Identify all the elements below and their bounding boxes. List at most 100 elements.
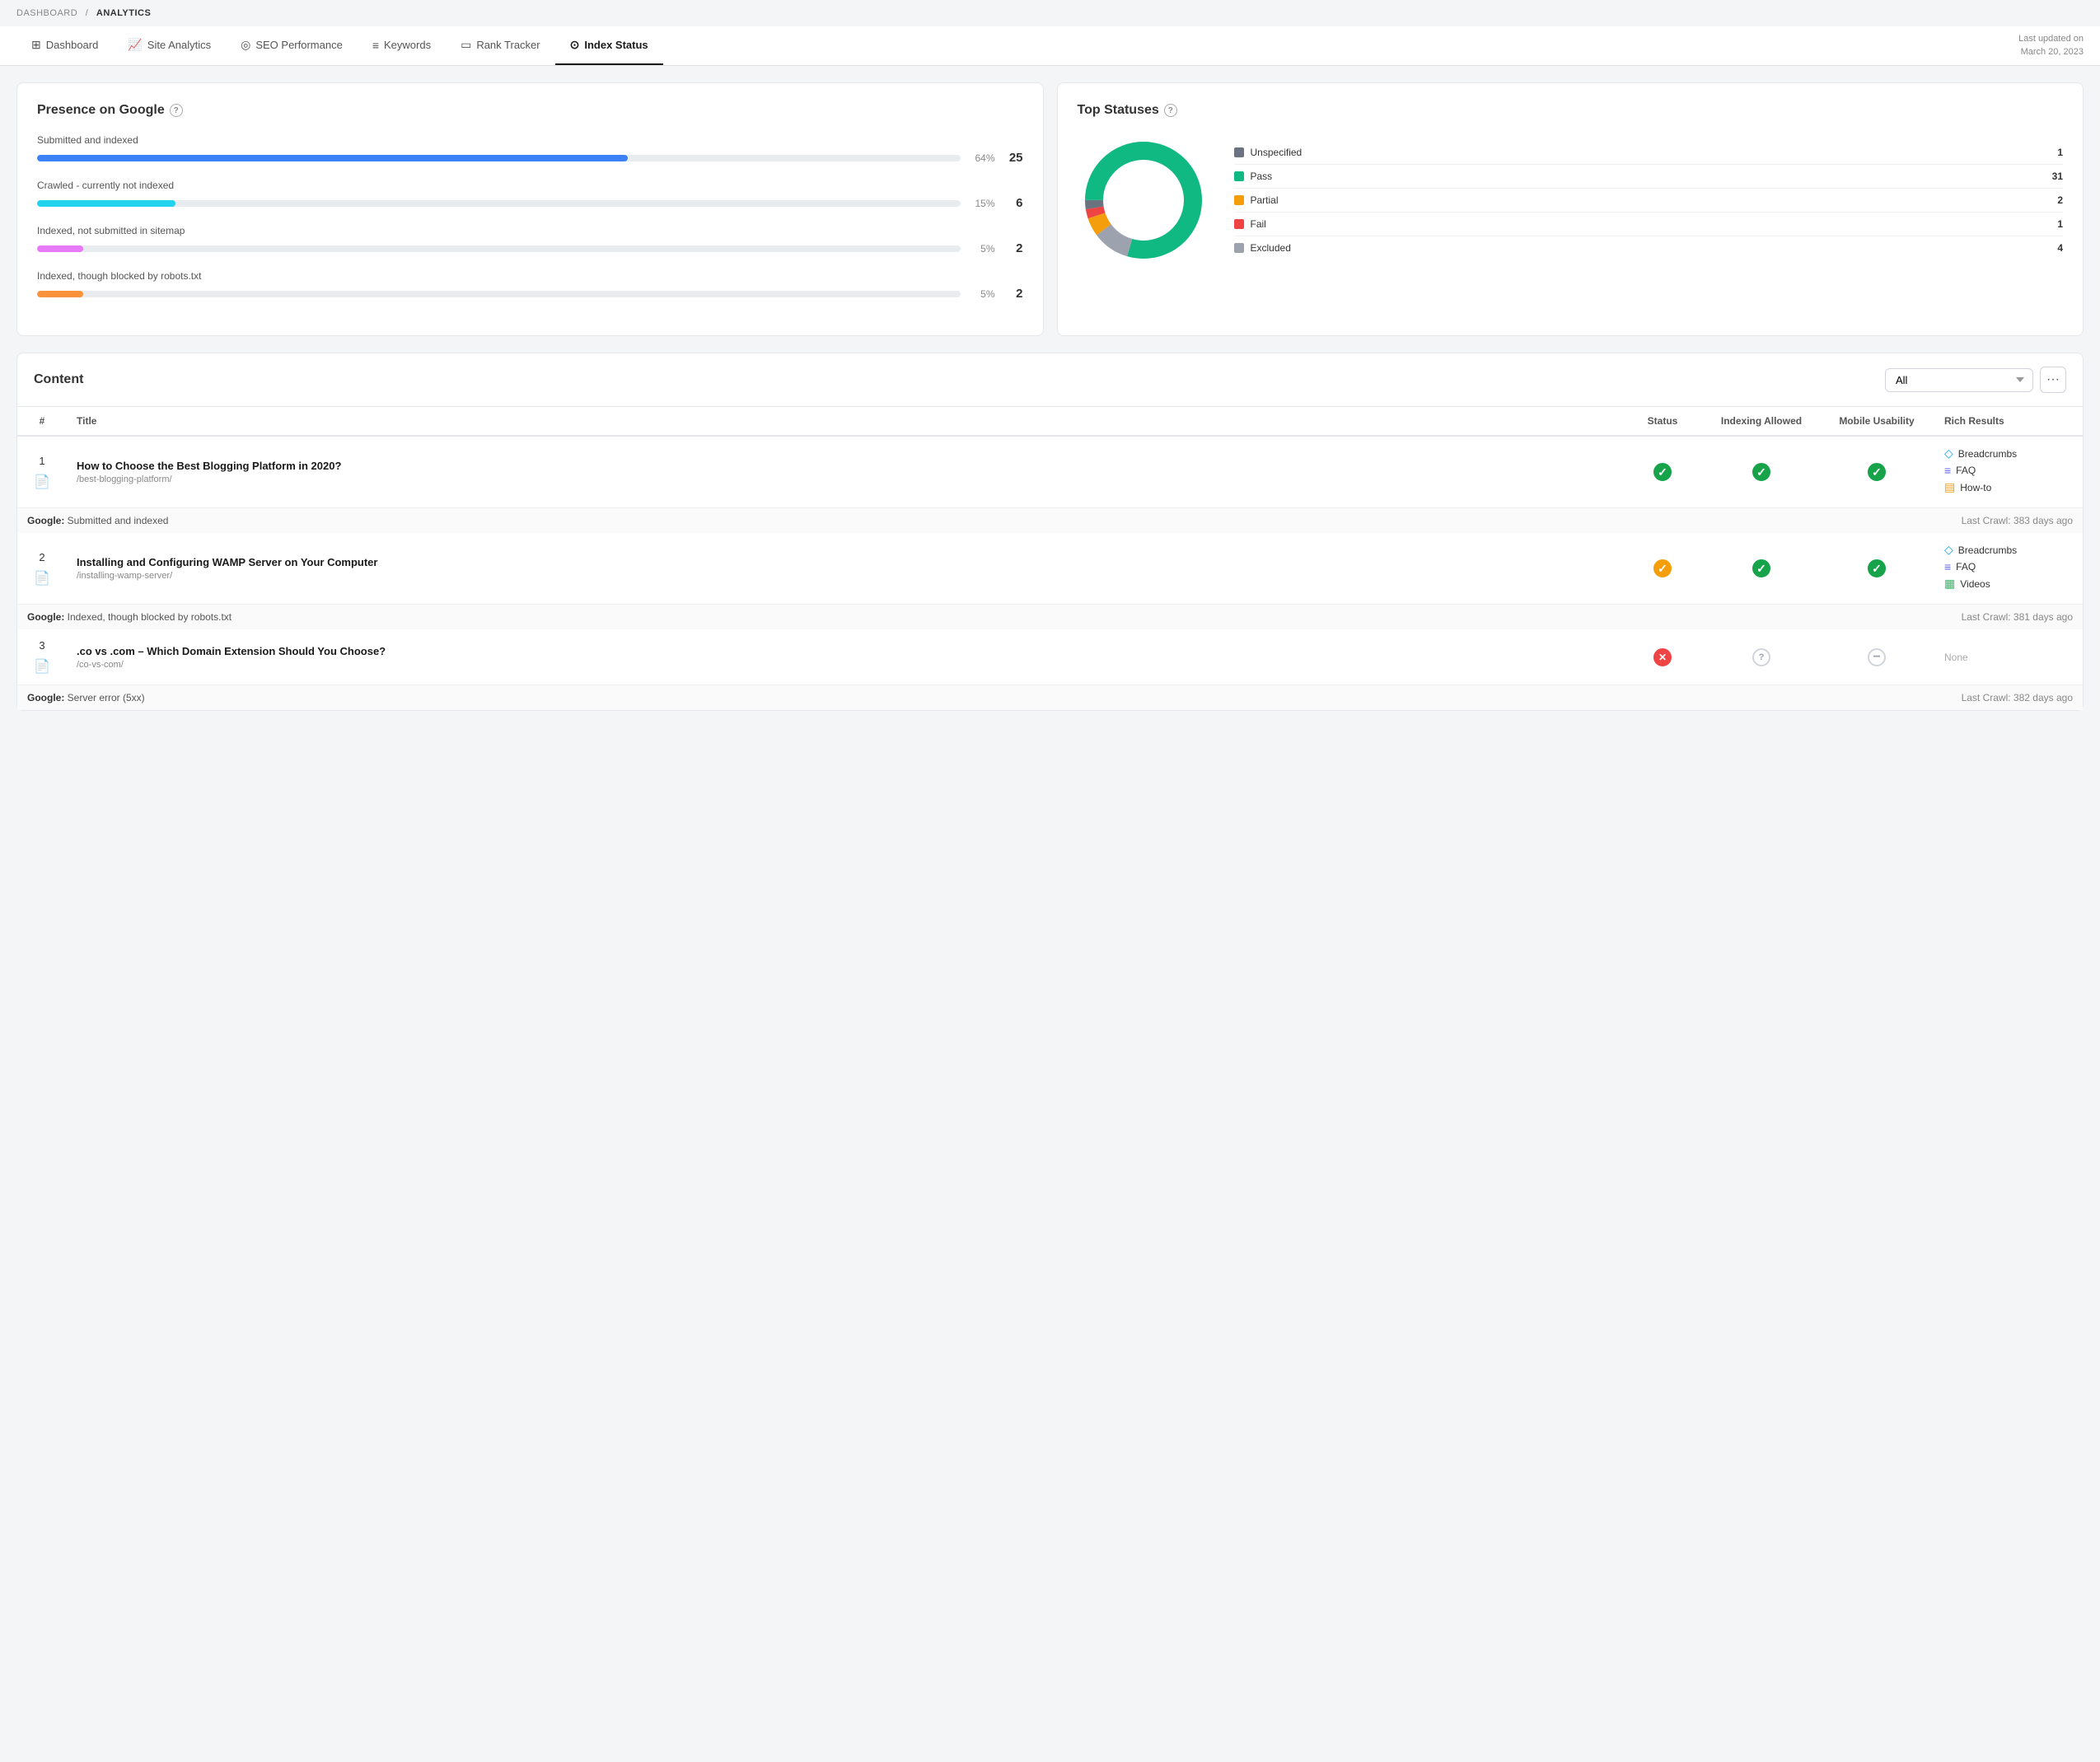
legend-dot-partial [1234, 195, 1244, 205]
row-indexing-cell: ✓ [1704, 436, 1819, 508]
presence-help-icon[interactable]: ? [170, 104, 183, 117]
index-status-icon: ⊙ [570, 38, 580, 52]
legend-row-fail: Fail 1 [1234, 213, 2064, 236]
presence-bar-fill-1 [37, 200, 175, 207]
table-row: 3 📄 .co vs .com – Which Domain Extension… [17, 629, 2083, 685]
statuses-inner: Unspecified 1 Pass 31 [1078, 134, 2064, 266]
donut-svg [1078, 134, 1209, 266]
footer-google-text: Google: Server error (5xx) [27, 692, 145, 703]
presence-label-3: Indexed, though blocked by robots.txt [37, 270, 1023, 282]
legend-dot-pass [1234, 171, 1244, 181]
tab-keywords-label: Keywords [384, 39, 431, 51]
statuses-card: Top Statuses ? [1057, 82, 2084, 336]
footer-google-cell: Google: Indexed, though blocked by robot… [17, 605, 1621, 630]
legend-count-unspecified: 1 [2057, 147, 2063, 158]
presence-pct-2: 5% [969, 243, 995, 255]
legend-dot-excluded [1234, 243, 1244, 253]
tab-bar: ⊞ Dashboard 📈 Site Analytics ◎ SEO Perfo… [0, 26, 2100, 66]
presence-card: Presence on Google ? Submitted and index… [16, 82, 1044, 336]
last-updated-label: Last updated on [2018, 34, 2084, 44]
content-controls: All Submitted and indexed Not indexed Cr… [1885, 367, 2066, 393]
site-analytics-icon: 📈 [128, 38, 142, 52]
row-num-cell: 2 📄 [17, 533, 67, 605]
rich-label-faq: FAQ [1956, 465, 1976, 476]
tab-rank-tracker[interactable]: ▭ Rank Tracker [446, 26, 555, 65]
row-title[interactable]: How to Choose the Best Blogging Platform… [77, 460, 1611, 472]
legend-dot-unspecified [1234, 147, 1244, 157]
statuses-help-icon[interactable]: ? [1164, 104, 1177, 117]
tab-rank-tracker-label: Rank Tracker [476, 39, 540, 51]
indexing-pass-icon: ✓ [1752, 463, 1770, 481]
presence-bar-fill-3 [37, 291, 83, 297]
row-title[interactable]: .co vs .com – Which Domain Extension Sho… [77, 645, 1611, 657]
legend-count-excluded: 4 [2057, 242, 2063, 254]
legend-label-excluded: Excluded [1251, 242, 1291, 254]
row-num: 3 [39, 639, 44, 652]
footer-crawl-text: Last Crawl: 383 days ago [1962, 515, 2073, 526]
row-num: 1 [39, 455, 44, 467]
tabs: ⊞ Dashboard 📈 Site Analytics ◎ SEO Perfo… [16, 26, 663, 65]
presence-count-2: 2 [1003, 241, 1023, 255]
tab-dashboard-label: Dashboard [46, 39, 99, 51]
legend-row-pass: Pass 31 [1234, 165, 2064, 189]
row-url[interactable]: /installing-wamp-server/ [77, 571, 1611, 581]
presence-row-3: 5% 2 [37, 287, 1023, 301]
footer-google-cell: Google: Server error (5xx) [17, 685, 1621, 711]
row-status-cell: ✓ [1621, 533, 1704, 605]
breadcrumb: DASHBOARD / ANALYTICS [0, 0, 2100, 26]
tab-seo-performance[interactable]: ◎ SEO Performance [226, 26, 358, 65]
row-url[interactable]: /co-vs-com/ [77, 660, 1611, 670]
content-section: Content All Submitted and indexed Not in… [16, 353, 2084, 711]
footer-google-cell: Google: Submitted and indexed [17, 508, 1621, 534]
legend-label-partial: Partial [1251, 194, 1279, 206]
legend-count-pass: 31 [2052, 171, 2063, 182]
table-row: 1 📄 How to Choose the Best Blogging Plat… [17, 436, 2083, 508]
content-filter-select[interactable]: All Submitted and indexed Not indexed Cr… [1885, 368, 2033, 392]
more-options-button[interactable]: ··· [2040, 367, 2066, 393]
rich-label-howto: How-to [1960, 482, 1991, 493]
dashboard-icon: ⊞ [31, 38, 41, 52]
col-header-rich: Rich Results [1934, 407, 2083, 436]
presence-item-3: Indexed, though blocked by robots.txt 5%… [37, 270, 1023, 301]
footer-google-text: Google: Submitted and indexed [27, 515, 168, 526]
tab-keywords[interactable]: ≡ Keywords [358, 26, 446, 65]
presence-item-0: Submitted and indexed 64% 25 [37, 134, 1023, 165]
tab-dashboard[interactable]: ⊞ Dashboard [16, 26, 113, 65]
presence-row-1: 15% 6 [37, 196, 1023, 210]
footer-google-text: Google: Indexed, though blocked by robot… [27, 611, 232, 623]
tab-index-status[interactable]: ⊙ Index Status [555, 26, 663, 65]
row-rich-cell: ◇ Breadcrumbs ≡ FAQ ▤ How-to [1934, 436, 2083, 508]
breadcrumb-sep: / [86, 8, 89, 18]
mobile-minus-icon: − [1868, 648, 1886, 666]
breadcrumb-root[interactable]: DASHBOARD [16, 8, 77, 18]
row-num-cell: 1 📄 [17, 436, 67, 508]
mobile-pass-icon: ✓ [1868, 559, 1886, 577]
top-cards: Presence on Google ? Submitted and index… [16, 82, 2084, 336]
footer-crawl-cell: Last Crawl: 382 days ago [1621, 685, 2083, 711]
tab-seo-performance-label: SEO Performance [255, 39, 343, 51]
row-mobile-cell: − [1819, 629, 1934, 685]
legend-count-fail: 1 [2057, 218, 2063, 230]
rich-item-faq: ≡ FAQ [1944, 464, 2073, 477]
rich-item-breadcrumbs: ◇ Breadcrumbs [1944, 446, 2073, 460]
presence-item-1: Crawled - currently not indexed 15% 6 [37, 180, 1023, 210]
rich-item-howto: ▤ How-to [1944, 480, 2073, 494]
row-url[interactable]: /best-blogging-platform/ [77, 474, 1611, 484]
footer-crawl-cell: Last Crawl: 381 days ago [1621, 605, 2083, 630]
row-mobile-cell: ✓ [1819, 533, 1934, 605]
breadcrumbs-icon: ◇ [1944, 446, 1953, 460]
rich-item-videos: ▦ Videos [1944, 577, 2073, 591]
presence-count-3: 2 [1003, 287, 1023, 301]
footer-crawl-text: Last Crawl: 382 days ago [1962, 692, 2073, 703]
table-row: 2 📄 Installing and Configuring WAMP Serv… [17, 533, 2083, 605]
presence-pct-0: 64% [969, 152, 995, 164]
content-header: Content All Submitted and indexed Not in… [17, 353, 2083, 407]
tab-site-analytics[interactable]: 📈 Site Analytics [113, 26, 226, 65]
presence-pct-3: 5% [969, 288, 995, 300]
page-icon: 📄 [34, 470, 50, 490]
presence-row-0: 64% 25 [37, 151, 1023, 165]
presence-title-text: Presence on Google [37, 103, 165, 118]
presence-bar-fill-0 [37, 155, 628, 161]
row-title[interactable]: Installing and Configuring WAMP Server o… [77, 556, 1611, 568]
rich-item-faq: ≡ FAQ [1944, 560, 2073, 573]
